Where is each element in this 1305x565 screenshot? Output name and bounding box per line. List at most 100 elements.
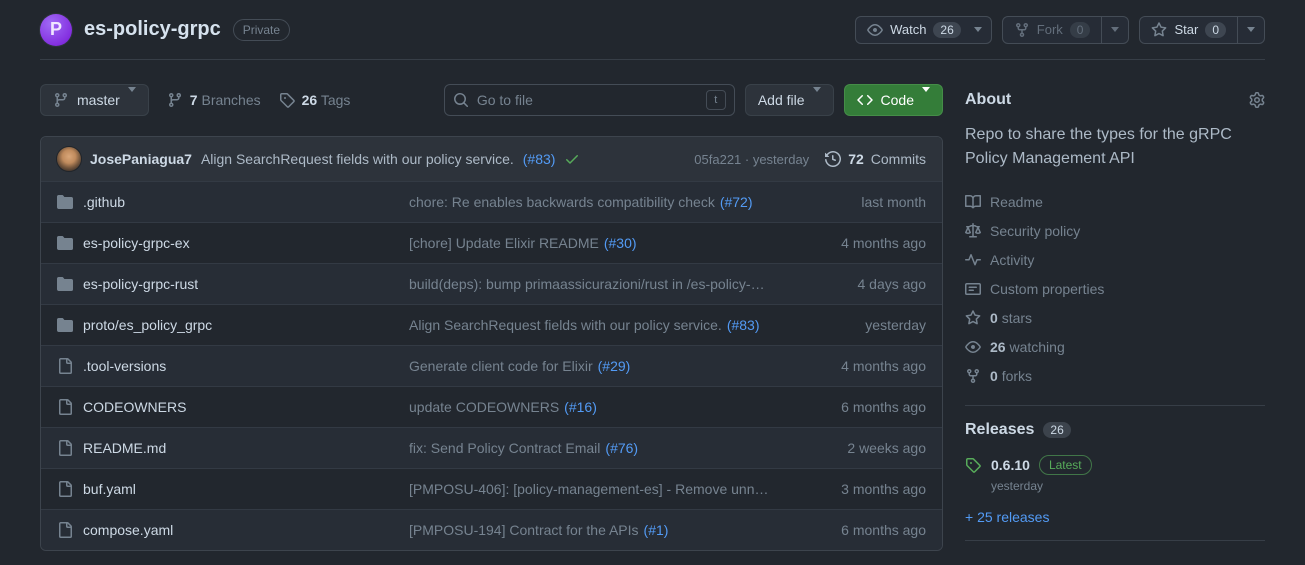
search-icon: [453, 92, 469, 108]
tags-count: 26: [301, 92, 318, 108]
branch-selector[interactable]: master: [40, 84, 149, 116]
repo-avatar[interactable]: P: [40, 13, 72, 46]
commit-author-link[interactable]: JosePaniagua7: [90, 151, 192, 167]
author-avatar[interactable]: [57, 147, 81, 171]
release-version[interactable]: 0.6.10: [991, 457, 1030, 473]
tags-link[interactable]: 26 Tags: [279, 92, 351, 108]
row-commit-message-link[interactable]: update CODEOWNERS: [409, 399, 559, 415]
file-name-link[interactable]: README.md: [83, 440, 166, 456]
file-row: buf.yaml [PMPOSU-406]: [policy-managemen…: [41, 468, 942, 509]
latest-commit-bar: JosePaniagua7 Align SearchRequest fields…: [41, 137, 942, 181]
forks-count: 0: [990, 367, 998, 384]
check-icon[interactable]: [564, 151, 580, 167]
file-rows: .github chore: Re enables backwards comp…: [41, 181, 942, 550]
star-button[interactable]: Star 0: [1139, 15, 1265, 44]
file-icon: [57, 358, 73, 374]
fork-icon: [1014, 22, 1030, 38]
row-pr-number-link[interactable]: (#30): [604, 235, 637, 251]
row-commit-message-link[interactable]: build(deps): bump primaassicurazioni/rus…: [409, 276, 765, 292]
sidebar: About Repo to share the types for the gR…: [965, 84, 1265, 556]
tags-label: Tags: [320, 92, 351, 108]
pr-number-link[interactable]: (#83): [523, 151, 556, 167]
row-pr-number-link[interactable]: (#29): [598, 358, 631, 374]
latest-release[interactable]: 0.6.10 Latest yesterday: [965, 455, 1265, 493]
releases-title[interactable]: Releases: [965, 421, 1034, 439]
file-browser: JosePaniagua7 Align SearchRequest fields…: [40, 136, 943, 551]
watching-label: watching: [1009, 338, 1065, 355]
sidebar-item-readme[interactable]: Readme: [965, 187, 1265, 216]
about-title: About: [965, 91, 1012, 108]
git-branch-icon: [53, 92, 69, 108]
file-name-link[interactable]: es-policy-grpc-rust: [83, 276, 198, 292]
chevron-down-icon: [922, 87, 930, 108]
chevron-down-icon[interactable]: [1101, 16, 1128, 43]
sidebar-item-label: Activity: [990, 251, 1035, 268]
row-pr-number-link[interactable]: (#16): [564, 399, 597, 415]
file-updated-date: 6 months ago: [841, 522, 926, 538]
watch-button[interactable]: Watch 26: [855, 15, 992, 44]
repo-title-group: P es-policy-grpc Private: [40, 13, 291, 46]
chevron-down-icon[interactable]: [1237, 16, 1264, 43]
search-input[interactable]: [476, 92, 698, 108]
row-commit-message-link[interactable]: fix: Send Policy Contract Email: [409, 440, 600, 456]
fork-label: Fork: [1036, 22, 1063, 37]
sidebar-stat-forks[interactable]: 0 forks: [965, 361, 1265, 390]
sidebar-item-security-policy[interactable]: Security policy: [965, 216, 1265, 245]
code-column: master 7 Branches 26 Tags Go to file t A…: [40, 84, 943, 556]
row-commit-message-link[interactable]: [PMPOSU-406]: [policy-management-es] - R…: [409, 481, 774, 497]
commit-history-link[interactable]: 72 Commits: [825, 151, 926, 167]
row-pr-number-link[interactable]: (#76): [605, 440, 638, 456]
releases-count: 26: [1043, 422, 1071, 438]
fork-button[interactable]: Fork 0: [1001, 15, 1130, 44]
file-row: compose.yaml [PMPOSU-194] Contract for t…: [41, 509, 942, 550]
watching-count: 26: [990, 338, 1006, 355]
row-commit-message-link[interactable]: Align SearchRequest fields with our poli…: [409, 317, 722, 333]
history-icon: [825, 151, 842, 167]
gear-icon[interactable]: [1249, 92, 1265, 108]
sidebar-stat-stars[interactable]: 0 stars: [965, 303, 1265, 332]
file-name-link[interactable]: compose.yaml: [83, 522, 173, 538]
more-releases-link[interactable]: + 25 releases: [965, 509, 1049, 525]
row-commit-message-link[interactable]: [PMPOSU-194] Contract for the APIs: [409, 522, 639, 538]
row-commit-message-link[interactable]: [chore] Update Elixir README: [409, 235, 599, 251]
sidebar-stat-watching[interactable]: 26 watching: [965, 332, 1265, 361]
sidebar-item-label: Custom properties: [990, 280, 1105, 297]
file-name-link[interactable]: proto/es_policy_grpc: [83, 317, 212, 333]
eye-icon: [965, 339, 981, 355]
commit-sha-time[interactable]: 05fa221 · yesterday: [694, 152, 809, 167]
file-icon: [57, 440, 73, 456]
row-pr-number-link[interactable]: (#1): [644, 522, 669, 538]
go-to-file-search[interactable]: t: [443, 84, 735, 116]
file-name-link[interactable]: buf.yaml: [83, 481, 136, 497]
file-row: proto/es_policy_grpc Align SearchRequest…: [41, 304, 942, 345]
git-branch-icon: [167, 92, 183, 108]
code-button[interactable]: Code: [843, 84, 943, 116]
row-pr-number-link[interactable]: (#83): [727, 317, 760, 333]
sidebar-item-activity[interactable]: Activity: [965, 245, 1265, 274]
sidebar-item-custom-properties[interactable]: Custom properties: [965, 274, 1265, 303]
file-name-link[interactable]: CODEOWNERS: [83, 399, 186, 415]
star-icon: [1151, 21, 1167, 38]
file-updated-date: 3 months ago: [841, 481, 926, 497]
file-icon: [57, 522, 73, 538]
note-icon: [965, 281, 981, 297]
row-commit-message-link[interactable]: chore: Re enables backwards compatibilit…: [409, 194, 715, 210]
file-name-link[interactable]: .github: [83, 194, 125, 210]
visibility-badge: Private: [232, 18, 291, 41]
sidebar-divider: [965, 405, 1265, 406]
folder-icon: [57, 276, 73, 292]
file-icon: [57, 481, 73, 497]
code-icon: [856, 92, 873, 108]
file-name-link[interactable]: es-policy-grpc-ex: [83, 235, 190, 251]
repo-name[interactable]: es-policy-grpc: [84, 18, 221, 41]
star-count: 0: [1205, 21, 1226, 38]
row-pr-number-link[interactable]: (#72): [720, 194, 753, 210]
branches-link[interactable]: 7 Branches: [167, 92, 261, 108]
add-file-button[interactable]: Add file: [744, 84, 834, 116]
file-name-link[interactable]: .tool-versions: [83, 358, 166, 374]
row-commit-message-link[interactable]: Generate client code for Elixir: [409, 358, 593, 374]
commit-message-link[interactable]: Align SearchRequest fields with our poli…: [201, 151, 514, 167]
branches-count: 7: [189, 92, 198, 108]
add-file-label: Add file: [757, 92, 805, 108]
stars-label: stars: [1001, 309, 1033, 326]
